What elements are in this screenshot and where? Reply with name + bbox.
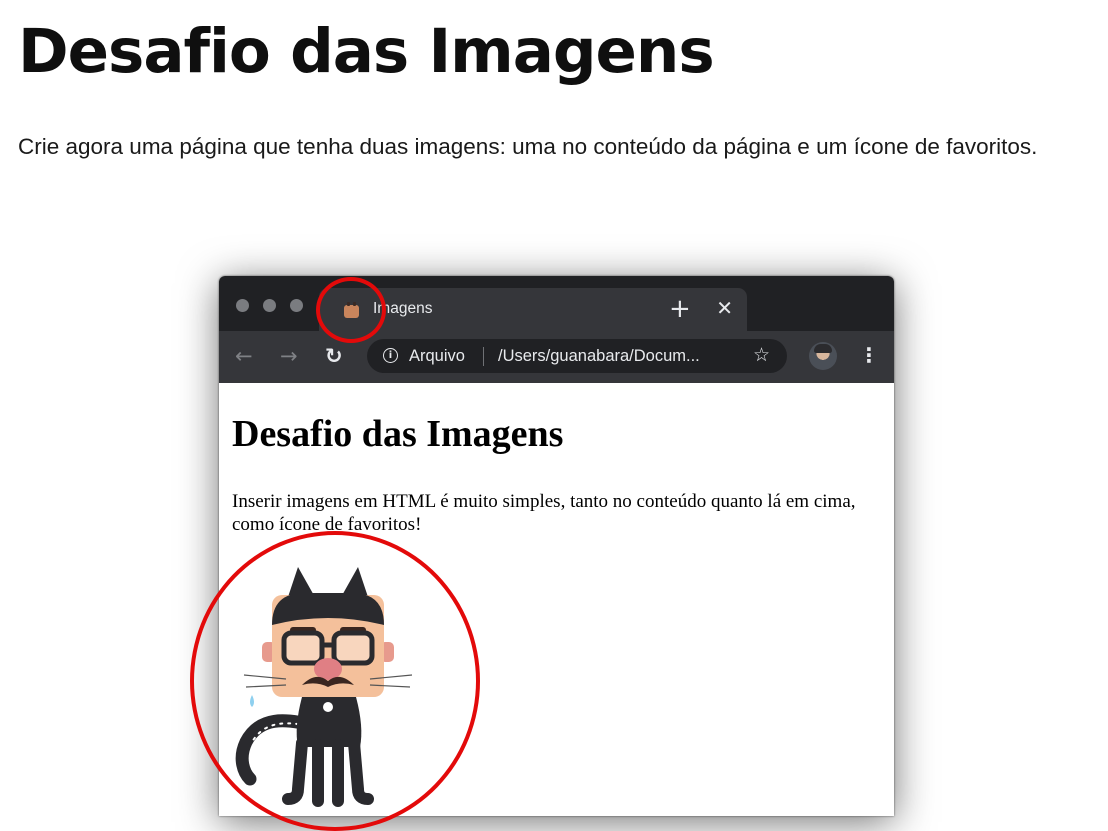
url-text[interactable]: /Users/guanabara/Docum... [498, 347, 700, 366]
info-icon[interactable]: i [383, 348, 398, 363]
favicon-highlight-circle [316, 277, 386, 343]
page-description: Crie agora uma página que tenha duas ima… [18, 134, 1038, 159]
image-highlight-circle [190, 531, 480, 831]
window-minimize-dot[interactable] [263, 299, 276, 312]
close-icon[interactable]: ✕ [716, 298, 733, 318]
window-maximize-dot[interactable] [290, 299, 303, 312]
star-icon[interactable]: ☆ [753, 344, 770, 366]
address-bar[interactable]: i Arquivo /Users/guanabara/Docum... ☆ [367, 339, 787, 373]
arrow-right-icon[interactable]: → [280, 344, 298, 368]
scheme-label: Arquivo [409, 347, 465, 365]
more-vertical-icon[interactable]: ⋮ [859, 344, 879, 366]
plus-icon[interactable]: + [669, 296, 691, 322]
content-paragraph: Inserir imagens em HTML é muito simples,… [232, 491, 856, 535]
page-title: Desafio das Imagens [18, 16, 715, 87]
content-heading: Desafio das Imagens [232, 413, 564, 455]
window-close-dot[interactable] [236, 299, 249, 312]
arrow-left-icon[interactable]: ← [235, 344, 253, 368]
browser-toolbar: ← → ↻ i Arquivo /Users/guanabara/Docum..… [219, 331, 894, 383]
reload-icon[interactable]: ↻ [325, 344, 343, 368]
omnibox-divider [483, 347, 484, 366]
avatar[interactable] [809, 342, 837, 370]
